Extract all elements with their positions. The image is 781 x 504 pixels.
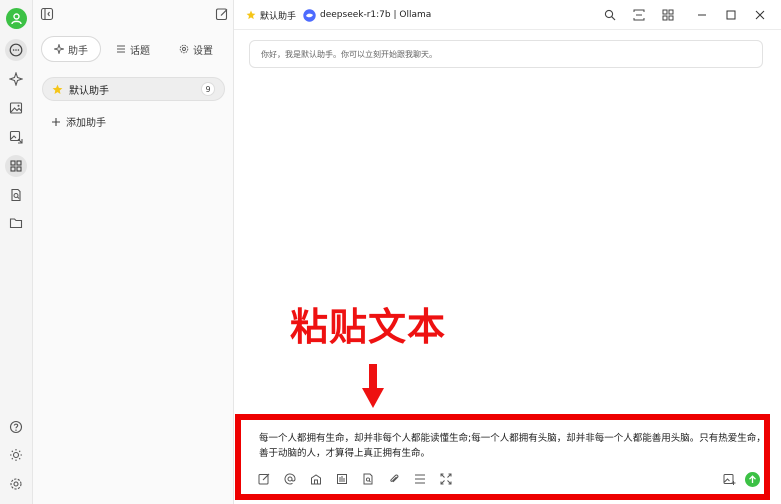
- user-icon: [11, 13, 22, 25]
- add-assistant-button[interactable]: 添加助手: [51, 114, 106, 129]
- tab-label: 设置: [193, 45, 213, 57]
- add-assistant-label: 添加助手: [66, 118, 106, 129]
- sidebar-toggle-icon[interactable]: [40, 7, 54, 21]
- assistant-item[interactable]: 默认助手 9: [42, 77, 225, 101]
- web-icon[interactable]: [308, 471, 324, 487]
- search-icon[interactable]: [601, 6, 619, 24]
- sparkle-icon: [54, 44, 64, 54]
- maximize-icon[interactable]: [722, 6, 740, 24]
- paperclip-icon[interactable]: [386, 471, 402, 487]
- icon-rail: [0, 0, 33, 504]
- apps-icon[interactable]: [5, 155, 27, 177]
- input-toolbar: [256, 471, 454, 487]
- down-arrow-icon: [362, 364, 384, 408]
- tab-settings[interactable]: 设置: [165, 36, 227, 62]
- tab-assistants[interactable]: 助手: [41, 36, 101, 62]
- send-button[interactable]: [745, 472, 760, 487]
- theme-icon[interactable]: [5, 444, 27, 466]
- panel-tabs: 助手 话题 设置: [41, 36, 227, 62]
- tab-label: 话题: [130, 45, 150, 57]
- panel-header: [33, 0, 234, 30]
- expand-icon[interactable]: [438, 471, 454, 487]
- star-icon: [52, 84, 63, 94]
- help-icon[interactable]: [5, 416, 27, 438]
- folder-icon[interactable]: [5, 212, 27, 234]
- arrow-up-icon: [749, 475, 756, 483]
- greeting-text: 你好，我是默认助手。你可以立刻开始跟我聊天。: [261, 49, 437, 59]
- chat-icon[interactable]: [5, 39, 27, 61]
- current-assistant-name: 默认助手: [260, 11, 297, 22]
- title-bar: 默认助手 deepseek-r1:7b | Ollama: [234, 0, 781, 30]
- deepseek-logo-icon: [303, 8, 316, 22]
- tab-label: 助手: [68, 45, 88, 57]
- assistant-panel: 助手 话题 设置 默认助手 9 添加助手: [33, 0, 234, 504]
- current-assistant[interactable]: 默认助手: [246, 0, 296, 30]
- minimize-icon[interactable]: [693, 6, 711, 24]
- topic-count-badge: 9: [201, 82, 215, 96]
- plus-icon: [52, 117, 60, 126]
- model-selector[interactable]: deepseek-r1:7b | Ollama: [303, 0, 431, 30]
- star-icon: [246, 10, 256, 20]
- paste-text-annotation: 粘贴文本: [290, 305, 447, 349]
- assistant-name: 默认助手: [69, 85, 109, 97]
- image-icon[interactable]: [5, 97, 27, 119]
- user-avatar[interactable]: [6, 8, 27, 29]
- message-input[interactable]: 每一个人都拥有生命，却并非每个人都能读懂生命;每一个人都拥有头脑，却并非每一个人…: [259, 431, 769, 461]
- new-chat-icon[interactable]: [215, 7, 229, 21]
- divider-icon[interactable]: [412, 471, 428, 487]
- settings-icon[interactable]: [5, 473, 27, 495]
- list-icon: [117, 45, 125, 53]
- document-search-icon[interactable]: [5, 184, 27, 206]
- attach-image-icon[interactable]: [721, 471, 737, 487]
- chat-input-box[interactable]: 每一个人都拥有生命，却并非每个人都能读懂生命;每一个人都拥有头脑，却并非每一个人…: [248, 425, 768, 493]
- minimap-icon[interactable]: [630, 6, 648, 24]
- document-icon[interactable]: [360, 471, 376, 487]
- translate-image-icon[interactable]: [5, 126, 27, 148]
- layout-grid-icon[interactable]: [659, 6, 677, 24]
- model-name: deepseek-r1:7b | Ollama: [320, 10, 432, 20]
- gear-icon: [179, 44, 189, 54]
- knowledge-icon[interactable]: [334, 471, 350, 487]
- sparkle-icon[interactable]: [5, 68, 27, 90]
- pencil-icon[interactable]: [256, 471, 272, 487]
- greeting-message: 你好，我是默认助手。你可以立刻开始跟我聊天。: [249, 40, 763, 68]
- close-icon[interactable]: [751, 6, 769, 24]
- tab-topics[interactable]: 话题: [101, 36, 165, 62]
- at-icon[interactable]: [282, 471, 298, 487]
